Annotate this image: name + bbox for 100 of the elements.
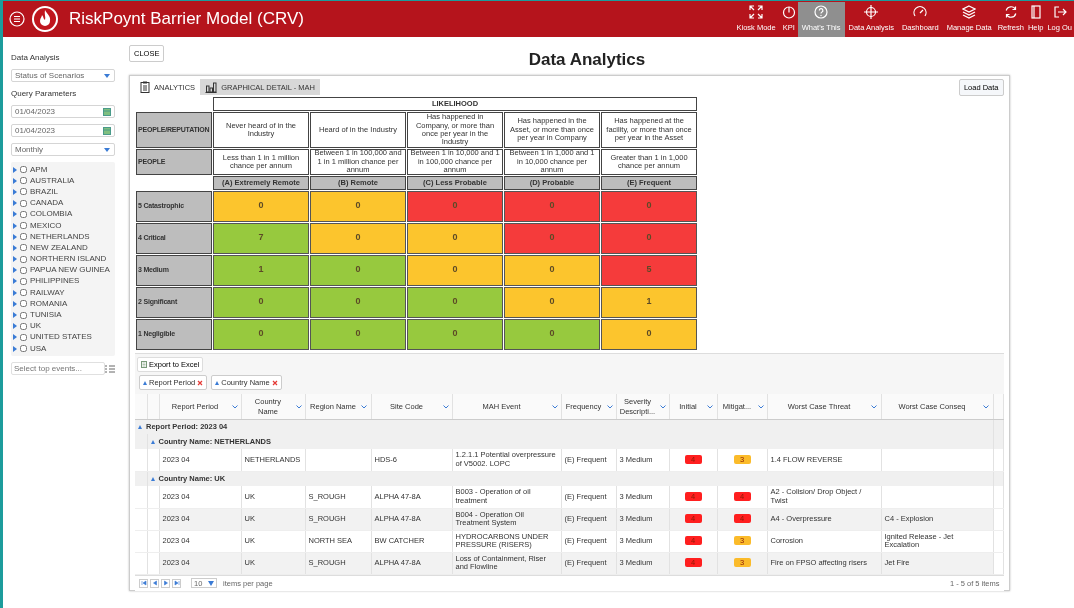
tree-item-label[interactable]: UNITED STATES	[30, 333, 92, 342]
bar-chart-icon	[205, 81, 218, 94]
section-label: Query Parameters	[11, 88, 78, 100]
tree-item-label[interactable]: TUNISIA	[30, 311, 62, 320]
tree-item-label[interactable]: NETHERLANDS	[30, 232, 90, 241]
risk-cell: 0	[213, 190, 309, 222]
checkbox[interactable]	[20, 255, 27, 263]
expand-icon	[749, 4, 764, 19]
checkbox[interactable]	[20, 311, 27, 319]
chevron-icon[interactable]	[606, 404, 613, 409]
checkbox[interactable]	[20, 322, 27, 330]
tree-item-label[interactable]: NORTHERN ISLAND	[30, 255, 107, 264]
checkbox[interactable]	[20, 210, 27, 218]
risk-cell: 0	[407, 318, 503, 350]
risk-cell: 0	[407, 286, 503, 318]
caret-icon	[103, 145, 111, 154]
risk-cell: 1	[601, 286, 697, 318]
chevron-icon[interactable]	[361, 404, 368, 409]
calendar-icon[interactable]	[103, 126, 111, 135]
risk-cell: 0	[407, 222, 503, 254]
risk-cell: 0	[310, 318, 406, 350]
risk-cell: 0	[601, 222, 697, 254]
tree-item-label[interactable]: ROMANIA	[30, 299, 68, 308]
checkbox[interactable]	[20, 300, 27, 308]
power-icon	[781, 4, 796, 19]
checkbox[interactable]	[20, 345, 27, 353]
chevron-icon[interactable]	[707, 404, 714, 409]
checkbox[interactable]	[20, 166, 27, 174]
sort-arrow-icon	[215, 380, 220, 385]
tree-item-label[interactable]: COLOMBIA	[30, 210, 73, 219]
tree-item-label[interactable]: NEW ZEALAND	[30, 243, 88, 252]
checkbox[interactable]	[20, 244, 27, 252]
caret-icon	[103, 71, 111, 80]
chevron-icon[interactable]	[871, 404, 878, 409]
sort-arrow-icon	[143, 380, 147, 385]
chevron-icon[interactable]	[757, 404, 764, 409]
chevron-icon[interactable]	[551, 404, 558, 409]
tree-item-label[interactable]: CANADA	[30, 199, 64, 208]
checkbox[interactable]	[20, 333, 27, 341]
risk-cell: 0	[213, 318, 309, 350]
analysis-dropdown[interactable]: Status of Scenarios	[11, 69, 115, 82]
risk-cell: 1	[213, 254, 309, 286]
checkbox[interactable]	[20, 199, 27, 207]
clipboard-icon	[140, 81, 150, 94]
chevron-icon[interactable]	[442, 404, 449, 409]
risk-cell: 0	[310, 222, 406, 254]
chevron-icon[interactable]	[231, 404, 238, 409]
layers-icon	[962, 4, 977, 19]
risk-cell: 0	[310, 286, 406, 318]
menu-icon[interactable]	[9, 11, 25, 27]
risk-cell: 0	[601, 318, 697, 350]
risk-cell: 0	[310, 190, 406, 222]
risk-cell: 0	[213, 286, 309, 318]
top-events-field[interactable]: Select top events...	[11, 362, 105, 376]
tree-item-label[interactable]: USA	[30, 344, 47, 353]
risk-cell: 0	[504, 222, 600, 254]
checkbox[interactable]	[20, 188, 27, 196]
period-dropdown[interactable]: Monthly	[11, 143, 115, 156]
chevron-icon[interactable]	[983, 404, 990, 409]
chevron-icon[interactable]	[295, 404, 302, 409]
tree-item-label[interactable]: PHILIPPINES	[30, 277, 80, 286]
close-icon[interactable]	[271, 379, 278, 386]
tree-item-label[interactable]: APM	[30, 165, 48, 174]
book-icon	[1028, 4, 1043, 19]
chevron-icon[interactable]	[659, 404, 666, 409]
risk-cell: 0	[504, 190, 600, 222]
next-page-icon[interactable]	[162, 580, 169, 587]
caret-icon	[208, 580, 214, 586]
calendar-icon[interactable]	[103, 107, 111, 116]
checkbox[interactable]	[20, 289, 27, 297]
page-title: Data Analytics	[528, 50, 646, 69]
checkbox[interactable]	[20, 177, 27, 185]
tree-item-label[interactable]: MEXICO	[30, 221, 62, 230]
flame-logo	[31, 5, 59, 33]
tree-item-label[interactable]: PAPUA NEW GUINEA	[30, 266, 110, 275]
app-title: RiskPoynt Barrier Model (CRV)	[69, 8, 304, 31]
collapse-arrow-icon[interactable]	[150, 477, 155, 481]
tree-item-label[interactable]: RAILWAY	[30, 288, 65, 297]
logout-icon	[1052, 4, 1067, 19]
tree-item-label[interactable]: BRAZIL	[30, 187, 58, 196]
previous-page-icon[interactable]	[151, 580, 158, 587]
first-page-icon[interactable]	[140, 580, 147, 587]
risk-cell: 0	[310, 254, 406, 286]
section-label: Data Analysis	[11, 52, 61, 64]
refresh-icon	[1003, 4, 1018, 19]
checkbox[interactable]	[20, 233, 27, 241]
date-field[interactable]: 01/04/2023	[11, 124, 115, 137]
collapse-arrow-icon[interactable]	[150, 439, 155, 444]
collapse-arrow-icon[interactable]	[138, 425, 142, 429]
last-page-icon[interactable]	[173, 580, 180, 587]
tree-item-label[interactable]: AUSTRALIA	[30, 176, 75, 185]
tree-item-label[interactable]: UK	[30, 322, 42, 331]
checkbox[interactable]	[20, 266, 27, 274]
risk-cell: 0	[504, 254, 600, 286]
risk-cell: 7	[213, 222, 309, 254]
close-icon[interactable]	[197, 379, 204, 386]
date-field[interactable]: 01/04/2023	[11, 105, 115, 118]
checkbox[interactable]	[20, 277, 27, 285]
checkbox[interactable]	[20, 222, 27, 230]
list-icon[interactable]	[105, 364, 115, 373]
